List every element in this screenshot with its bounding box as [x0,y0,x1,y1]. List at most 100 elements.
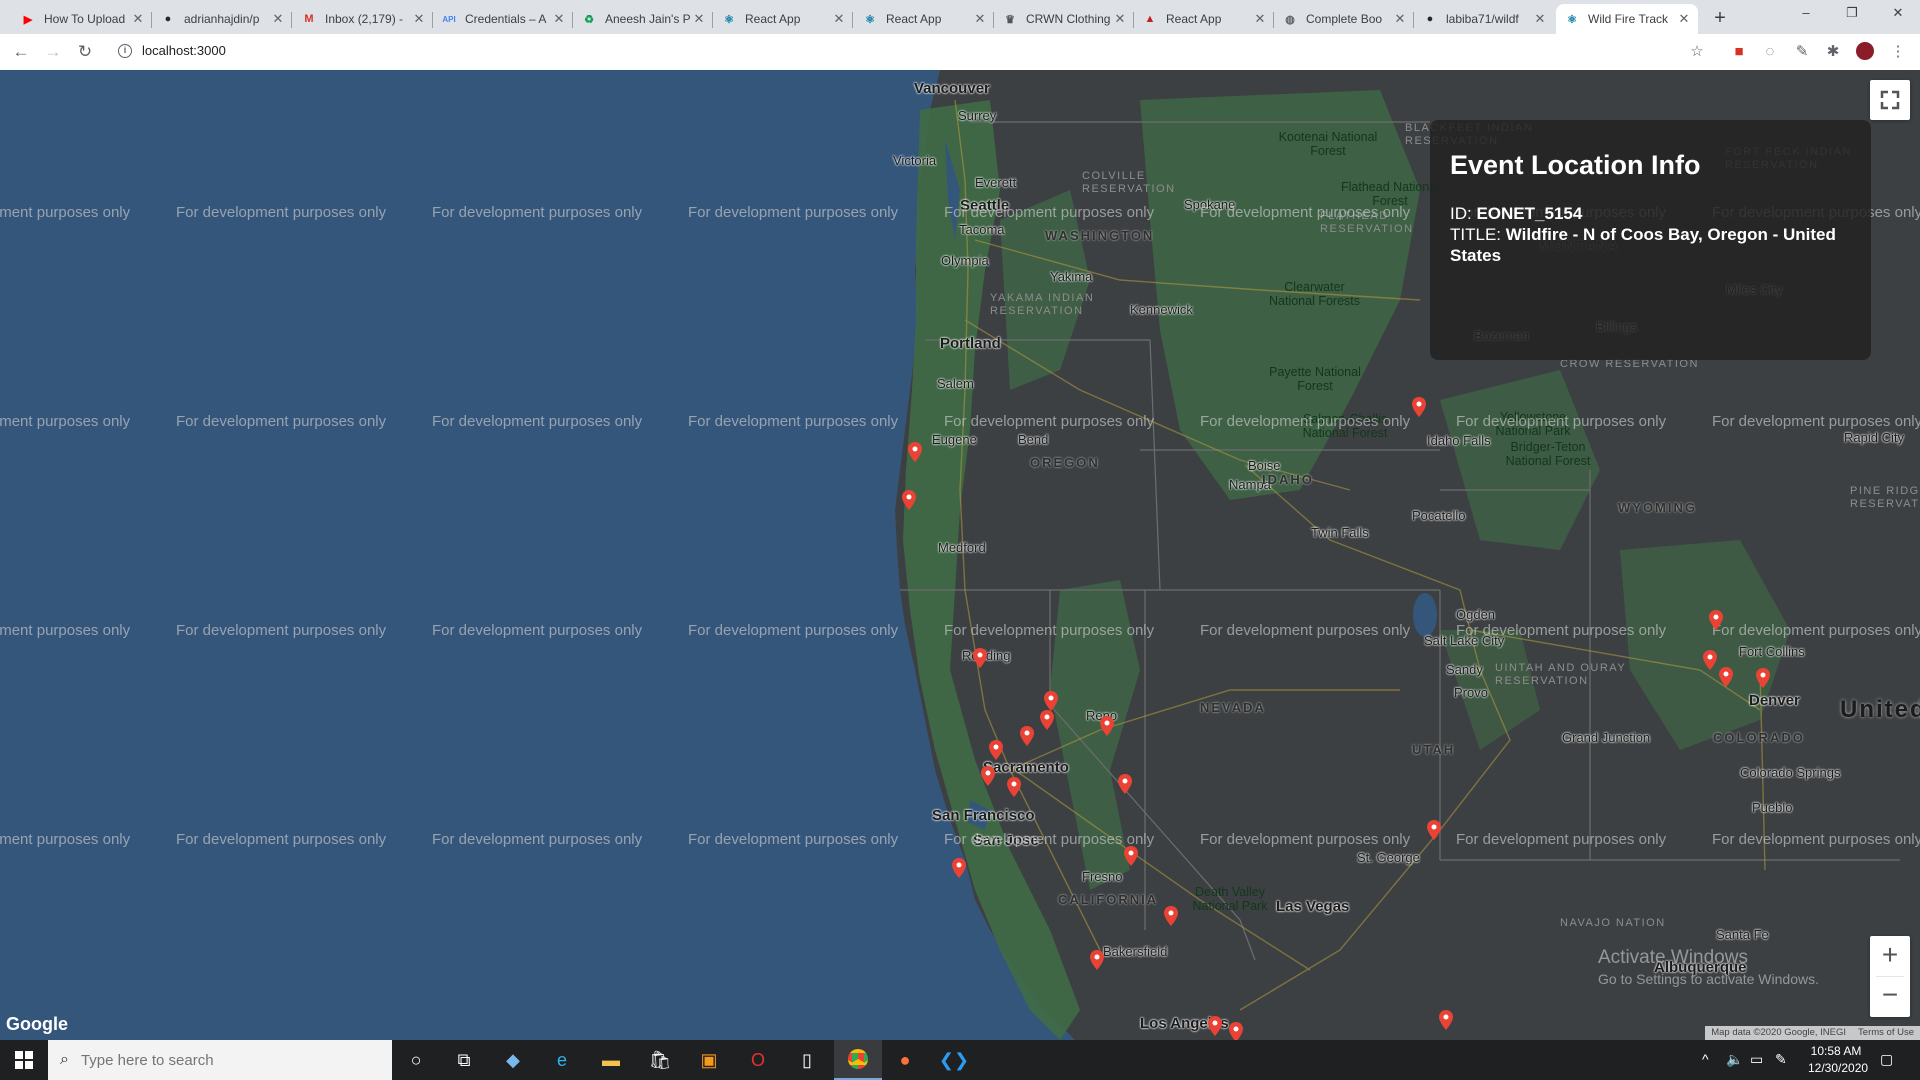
wildfire-marker-icon[interactable] [1118,774,1132,794]
tab-9[interactable]: ◍ Complete Boo ✕ [1274,4,1414,34]
avatar[interactable] [1855,42,1875,62]
close-tab-icon[interactable]: ✕ [1392,11,1408,27]
windows-start-icon[interactable] [10,1046,38,1074]
wildfire-marker-icon[interactable] [1164,906,1178,926]
cortana-icon[interactable]: ○ [402,1046,430,1074]
app-icon[interactable]: ◆ [499,1046,527,1074]
wildfire-marker-icon[interactable] [952,858,966,878]
zoom-out-button[interactable]: − [1870,977,1910,1017]
minimize-button[interactable]: – [1786,5,1826,27]
tab-4[interactable]: ♻ Aneesh Jain's P ✕ [573,4,713,34]
wildfire-marker-icon[interactable] [981,766,995,786]
wildfire-marker-icon[interactable] [973,648,987,668]
wildfire-marker-icon[interactable] [1007,777,1021,797]
taskbar-clock[interactable]: 10:58 AM 12/30/2020 [1808,1043,1868,1077]
tab-8[interactable]: ▲ React App ✕ [1134,4,1274,34]
pdf-extension-icon[interactable]: ■ [1729,42,1749,62]
wildfire-marker-icon[interactable] [1208,1016,1222,1036]
pen-icon[interactable]: ✎ [1775,1051,1787,1068]
wildfire-marker-icon[interactable] [1090,950,1104,970]
tab-title: labiba71/wildf [1446,12,1519,26]
wildfire-marker-icon[interactable] [908,442,922,462]
map-canvas[interactable]: Vancouver Surrey Victoria Everett Seattle Tac… [0,70,1920,1040]
dev-watermark: For development purposes only [176,204,387,221]
youtube-icon: ▶ [23,13,33,26]
wildfire-marker-icon[interactable] [1044,691,1058,711]
wildfire-marker-icon[interactable] [902,490,916,510]
opera-icon[interactable]: O [744,1046,772,1074]
tab-3[interactable]: API Credentials – A ✕ [433,4,573,34]
tab-0[interactable]: ▶ How To Upload ✕ [12,4,152,34]
tab-5[interactable]: ⚛ React App ✕ [713,4,853,34]
volume-icon[interactable]: 🔈 [1726,1051,1743,1068]
bookmark-star-icon[interactable]: ☆ [1687,42,1707,62]
taskbar-search-input[interactable] [78,1050,363,1070]
tab-10[interactable]: ● labiba71/wildf ✕ [1414,4,1554,34]
close-tab-icon[interactable]: ✕ [831,11,847,27]
close-window-button[interactable]: ✕ [1878,5,1918,27]
notifications-icon[interactable]: ▢ [1880,1051,1893,1068]
photos-app-icon[interactable]: ▣ [695,1046,723,1074]
url-input[interactable] [140,42,544,59]
wildfire-marker-icon[interactable] [1100,716,1114,736]
dev-watermark: For development purposes only [688,204,899,221]
wildfire-marker-icon[interactable] [1040,710,1054,730]
wildfire-marker-icon[interactable] [1229,1022,1243,1040]
tab-2[interactable]: M Inbox (2,179) - ✕ [293,4,433,34]
fullscreen-button[interactable] [1870,80,1910,120]
forward-arrow-icon[interactable]: → [42,41,64,63]
close-tab-icon[interactable]: ✕ [551,11,567,27]
wildfire-marker-icon[interactable] [1719,667,1733,687]
close-tab-icon[interactable]: ✕ [1532,11,1548,27]
zoom-in-button[interactable]: + [1870,936,1910,976]
extensions-puzzle-icon[interactable]: ✱ [1823,42,1843,62]
wildfire-marker-icon[interactable] [1703,650,1717,670]
edge-icon[interactable]: e [548,1046,576,1074]
close-tab-icon[interactable]: ✕ [1112,11,1128,27]
wildfire-marker-icon[interactable] [1756,668,1770,688]
restore-button[interactable]: ❐ [1832,5,1872,27]
wildfire-marker-icon[interactable] [1124,846,1138,866]
tray-chevron-icon[interactable]: ^ [1702,1051,1709,1067]
github-icon: ● [164,13,172,25]
menu-dots-icon[interactable]: ⋮ [1888,42,1908,62]
close-tab-icon[interactable]: ✕ [411,11,427,27]
close-tab-icon[interactable]: ✕ [972,11,988,27]
close-tab-icon[interactable]: ✕ [270,11,286,27]
tab-1[interactable]: ● adrianhajdin/p ✕ [152,4,292,34]
wildfire-marker-icon[interactable] [1709,610,1723,630]
extension-icon[interactable]: ◌ [1760,42,1780,62]
close-tab-icon[interactable]: ✕ [691,11,707,27]
wildfire-marker-icon[interactable] [989,740,1003,760]
city-label: Portland [940,335,1001,352]
reload-icon[interactable]: ↻ [74,41,96,63]
tab-7[interactable]: ♛ CRWN Clothing ✕ [994,4,1134,34]
battery-icon[interactable]: ▭ [1750,1051,1763,1068]
store-icon[interactable]: 🛍 [646,1046,674,1074]
file-explorer-icon[interactable]: ▬ [597,1046,625,1074]
dev-watermark: For development purposes only [944,413,1155,430]
chrome-icon[interactable] [834,1040,882,1080]
vscode-icon[interactable]: ❮❯ [939,1046,969,1074]
taskbar-search[interactable]: ⌕ [48,1040,392,1080]
wildfire-marker-icon[interactable] [1412,397,1426,417]
wildfire-marker-icon[interactable] [1020,726,1034,746]
tab-6[interactable]: ⚛ React App ✕ [854,4,994,34]
close-tab-icon[interactable]: ✕ [130,11,146,27]
terms-link[interactable]: Terms of Use [1852,1026,1920,1040]
city-label: Everett [975,175,1017,190]
firefox-icon[interactable]: ● [891,1046,919,1074]
notepad-icon[interactable]: ▯ [793,1046,821,1074]
tab-11[interactable]: ⚛ Wild Fire Track ✕ [1556,4,1698,34]
back-arrow-icon[interactable]: ← [10,41,32,63]
task-view-icon[interactable]: ⧉ [450,1046,478,1074]
eyedropper-icon[interactable]: ✎ [1792,42,1812,62]
address-bar[interactable]: i [110,39,1710,65]
zoom-control: + − [1870,936,1910,1017]
wildfire-marker-icon[interactable] [1439,1010,1453,1030]
close-tab-icon[interactable]: ✕ [1252,11,1268,27]
info-icon[interactable]: i [118,44,132,58]
close-tab-icon[interactable]: ✕ [1676,11,1692,27]
wildfire-marker-icon[interactable] [1427,820,1441,840]
new-tab-button[interactable]: + [1709,8,1731,30]
